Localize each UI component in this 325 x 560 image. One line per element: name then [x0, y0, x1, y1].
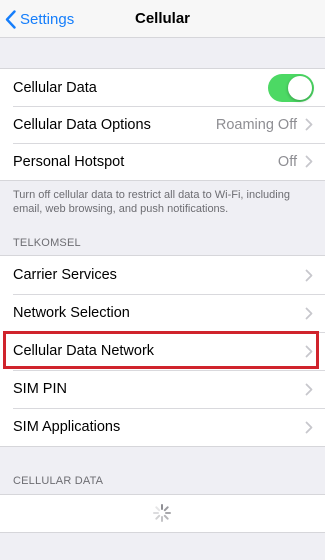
page-title: Cellular [134, 10, 191, 27]
cellular-data-label: Cellular Data [13, 79, 97, 96]
personal-hotspot-label: Personal Hotspot [13, 153, 125, 170]
cellular-data-options-label: Cellular Data Options [13, 116, 151, 133]
cellular-data-section-header: CELLULAR DATA [13, 475, 104, 487]
cellular-data-group: Cellular Data Cellular Data Options Roam… [0, 68, 325, 181]
cellular-data-row: Cellular Data [0, 69, 325, 106]
cellular-data-options-row[interactable]: Cellular Data Options Roaming Off [0, 106, 325, 143]
chevron-right-icon [305, 345, 313, 357]
chevron-right-icon [305, 383, 313, 395]
carrier-section-header: TELKOMSEL [13, 237, 81, 249]
chevron-right-icon [305, 421, 313, 433]
carrier-group: Carrier Services Network Selection Cellu… [0, 255, 325, 447]
sim-applications-label: SIM Applications [13, 419, 121, 435]
navigation-bar: Settings Cellular [0, 0, 325, 38]
cellular-data-options-value: Roaming Off [215, 116, 297, 133]
toggle-knob [288, 75, 312, 100]
sim-pin-label: SIM PIN [13, 381, 67, 397]
personal-hotspot-value: Off [277, 153, 297, 170]
chevron-right-icon [305, 155, 313, 168]
carrier-services-row[interactable]: Carrier Services [0, 256, 325, 294]
network-selection-row[interactable]: Network Selection [0, 294, 325, 332]
sim-pin-row[interactable]: SIM PIN [0, 370, 325, 408]
loading-spinner-icon [153, 504, 171, 522]
cellular-data-footnote: Turn off cellular data to restrict all d… [13, 189, 290, 215]
personal-hotspot-row[interactable]: Personal Hotspot Off [0, 143, 325, 180]
chevron-right-icon [305, 307, 313, 319]
chevron-right-icon [305, 118, 313, 131]
cellular-data-toggle[interactable] [268, 73, 314, 102]
sim-applications-row[interactable]: SIM Applications [0, 408, 325, 446]
network-selection-label: Network Selection [13, 305, 130, 321]
carrier-services-label: Carrier Services [13, 267, 117, 283]
chevron-right-icon [305, 269, 313, 281]
cellular-data-network-label: Cellular Data Network [13, 343, 155, 359]
cellular-data-network-row[interactable]: Cellular Data Network [0, 332, 325, 370]
cellular-data-usage-group [0, 494, 325, 533]
